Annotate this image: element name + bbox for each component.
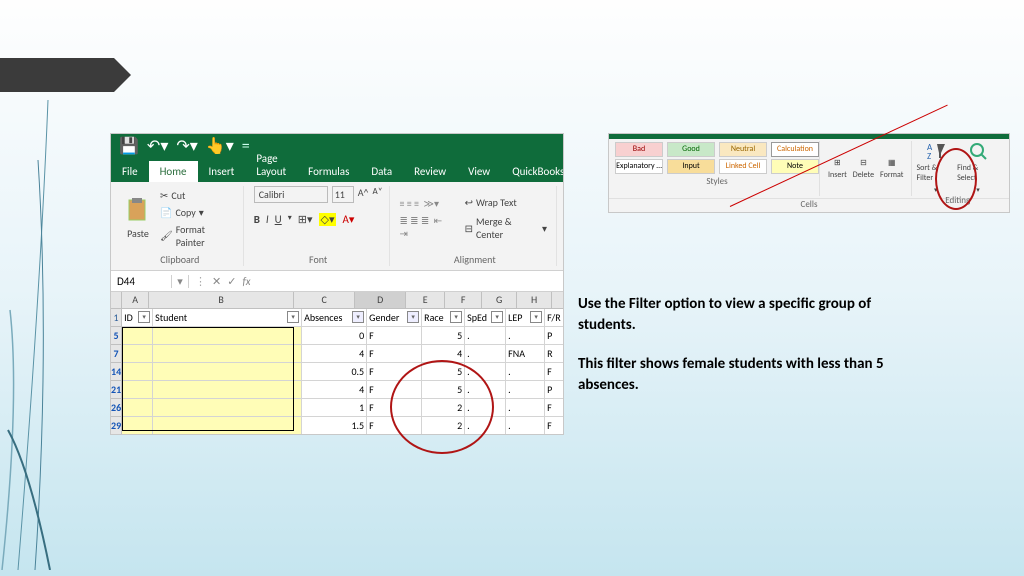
insert-button[interactable]: ⊞Insert bbox=[828, 158, 847, 180]
undo-icon[interactable]: ↶▾ bbox=[147, 136, 168, 156]
style-input[interactable]: Input bbox=[667, 159, 715, 174]
highlight-circle-gender bbox=[390, 360, 494, 454]
filter-icon[interactable]: ▾ bbox=[138, 311, 150, 323]
style-explanatory[interactable]: Explanatory … bbox=[615, 159, 663, 174]
tab-quickbooks[interactable]: QuickBooks bbox=[501, 161, 564, 182]
table-row[interactable]: 4F4.FNAR bbox=[122, 345, 564, 363]
tab-data[interactable]: Data bbox=[360, 161, 403, 182]
delete-icon: ⊟ bbox=[860, 158, 867, 168]
insert-icon: ⊞ bbox=[834, 158, 841, 168]
filter-icon[interactable]: ▾ bbox=[530, 311, 542, 323]
border-button[interactable]: ⊞▾ bbox=[298, 213, 313, 226]
wrap-text-button[interactable]: ↩Wrap Text bbox=[462, 195, 550, 210]
merge-center-button[interactable]: ⊟Merge & Center ▾ bbox=[462, 214, 550, 242]
shrink-font-icon[interactable]: A˅ bbox=[373, 186, 383, 203]
style-neutral[interactable]: Neutral bbox=[719, 142, 767, 157]
table-row[interactable]: 0F5..P bbox=[122, 327, 564, 345]
font-label: Font bbox=[309, 251, 327, 266]
style-calculation[interactable]: Calculation bbox=[771, 142, 819, 157]
paste-button[interactable]: Paste bbox=[123, 197, 153, 241]
quick-access-toolbar: 💾 ↶▾ ↷▾ 👆▾ = bbox=[111, 134, 563, 158]
table-row[interactable]: 1.5F2..F bbox=[122, 417, 564, 435]
filter-icon[interactable]: ▾ bbox=[287, 311, 299, 323]
grow-font-icon[interactable]: A^ bbox=[358, 186, 369, 203]
tab-home[interactable]: Home bbox=[149, 161, 198, 182]
cut-button[interactable]: ✂Cut bbox=[157, 188, 237, 203]
scissors-icon: ✂ bbox=[160, 189, 168, 202]
row-headers: 1 5 7 14 21 26 29 31 32 bbox=[111, 292, 122, 435]
styles-group: Bad Good Neutral Calculation Explanatory… bbox=[615, 141, 820, 196]
filter-active-icon[interactable]: ▾ bbox=[407, 311, 419, 323]
tab-review[interactable]: Review bbox=[403, 161, 457, 182]
merge-icon: ⊟ bbox=[465, 222, 473, 235]
ribbon-tabs: File Home Insert Page Layout Formulas Da… bbox=[111, 158, 563, 182]
enter-icon[interactable]: ✓ bbox=[227, 275, 236, 288]
font-size-select[interactable]: 11 bbox=[332, 186, 354, 203]
column-headers: ABCDEFGH bbox=[122, 292, 564, 309]
filter-icon[interactable]: ▾ bbox=[450, 311, 462, 323]
tab-pagelayout[interactable]: Page Layout bbox=[245, 148, 297, 182]
svg-text:Z: Z bbox=[927, 151, 931, 161]
brush-icon: 🖌 bbox=[160, 229, 173, 242]
cells-group: ⊞Insert ⊟Delete ▦Format bbox=[820, 141, 912, 196]
highlight-circle-sortfilter bbox=[935, 148, 977, 210]
format-icon: ▦ bbox=[888, 158, 896, 168]
tab-file[interactable]: File bbox=[111, 161, 149, 182]
style-linkedcell[interactable]: Linked Cell bbox=[719, 159, 767, 174]
font-color-button[interactable]: A▾ bbox=[342, 213, 354, 226]
clipboard-group: Paste ✂Cut 📄Copy ▾ 🖌Format Painter Clipb… bbox=[117, 186, 244, 266]
table-row[interactable]: 4F5..P bbox=[122, 381, 564, 399]
clipboard-label: Clipboard bbox=[160, 251, 199, 266]
copy-button[interactable]: 📄Copy ▾ bbox=[157, 205, 237, 220]
save-icon[interactable]: 💾 bbox=[119, 136, 139, 156]
fx-icon[interactable]: fx bbox=[242, 275, 250, 288]
cells-label: Cells bbox=[801, 199, 818, 210]
font-name-select[interactable]: Calibri bbox=[254, 186, 328, 203]
slide-marker bbox=[0, 58, 130, 92]
name-box[interactable]: D44 bbox=[111, 275, 172, 288]
tab-view[interactable]: View bbox=[457, 161, 501, 182]
name-box-dropdown[interactable]: ▾ bbox=[172, 275, 189, 288]
ribbon-panel: Paste ✂Cut 📄Copy ▾ 🖌Format Painter Clipb… bbox=[111, 182, 563, 271]
tab-formulas[interactable]: Formulas bbox=[297, 161, 360, 182]
alignment-group: ≡ ≡ ≡ ≫▾ ≣ ≣ ≣ ⇤ ⇥ ↩Wrap Text ⊟Merge & C… bbox=[394, 186, 557, 266]
format-button[interactable]: ▦Format bbox=[880, 158, 903, 180]
styles-label: Styles bbox=[615, 175, 819, 188]
style-bad[interactable]: Bad bbox=[615, 142, 663, 157]
table-header-row: ID▾ Student▾ Absences▾ Gender▾ Race▾ SpE… bbox=[122, 309, 564, 327]
instructional-text: Use the Filter option to view a specific… bbox=[578, 294, 908, 414]
fill-color-button[interactable]: ◇▾ bbox=[319, 213, 337, 226]
redo-icon[interactable]: ↷▾ bbox=[176, 136, 197, 156]
bold-button[interactable]: B bbox=[254, 213, 260, 226]
cancel-icon[interactable]: ✕ bbox=[212, 275, 221, 288]
wrap-icon: ↩ bbox=[465, 196, 473, 209]
format-painter-button[interactable]: 🖌Format Painter bbox=[157, 222, 237, 250]
filter-icon[interactable]: ▾ bbox=[491, 311, 503, 323]
spreadsheet-grid[interactable]: 1 5 7 14 21 26 29 31 32 ABCDEFGH ID▾ Stu… bbox=[111, 292, 563, 435]
style-good[interactable]: Good bbox=[667, 142, 715, 157]
delete-button[interactable]: ⊟Delete bbox=[853, 158, 874, 180]
underline-button[interactable]: U bbox=[275, 213, 282, 226]
excel-window-left: 💾 ↶▾ ↷▾ 👆▾ = File Home Insert Page Layou… bbox=[110, 133, 564, 435]
tab-insert[interactable]: Insert bbox=[198, 161, 246, 182]
filter-active-icon[interactable]: ▾ bbox=[352, 311, 364, 323]
italic-button[interactable]: I bbox=[266, 213, 269, 226]
formula-bar: D44 ▾ ⋮✕✓fx bbox=[111, 271, 563, 292]
touch-icon[interactable]: 👆▾ bbox=[206, 136, 234, 156]
table-row[interactable]: 1F2..F bbox=[122, 399, 564, 417]
copy-icon: 📄 bbox=[160, 206, 172, 219]
font-group: Calibri 11 A^ A˅ B I U▾ ⊞▾ ◇▾ A▾ Font bbox=[248, 186, 390, 266]
table-row[interactable]: 0.5F5..F bbox=[122, 363, 564, 381]
paste-icon bbox=[126, 198, 150, 224]
align-label: Alignment bbox=[454, 251, 496, 266]
